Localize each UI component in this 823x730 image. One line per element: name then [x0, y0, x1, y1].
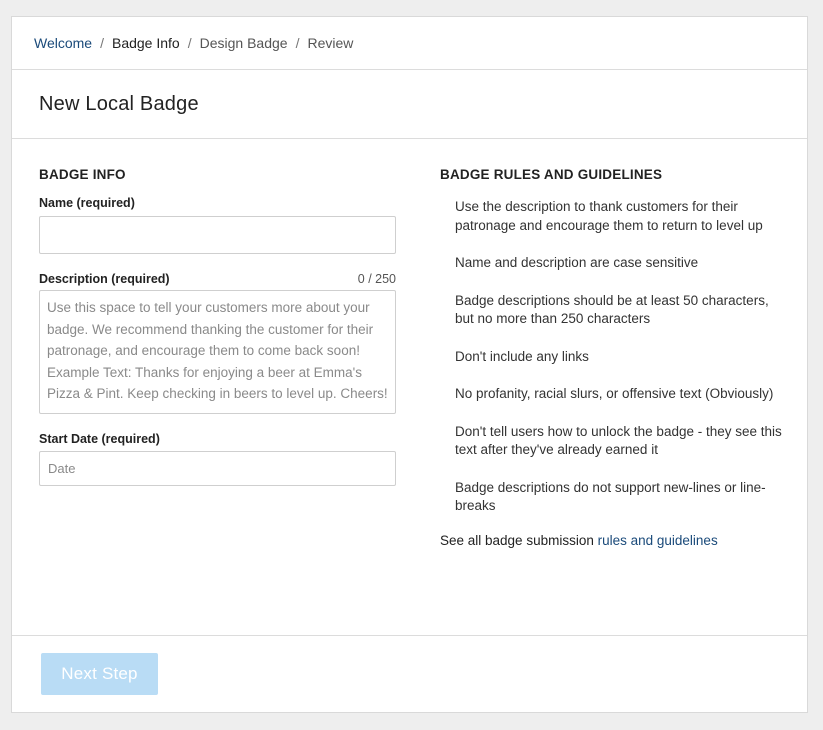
rule-item: Badge descriptions do not support new-li… — [455, 479, 766, 514]
name-label: Name (required) — [39, 196, 135, 210]
breadcrumb-separator: / — [187, 35, 192, 51]
rule-item: No profanity, racial slurs, or offensive… — [455, 386, 774, 401]
page-title: New Local Badge — [39, 92, 199, 115]
rules-footer: See all badge submission rules and guide… — [440, 533, 785, 548]
rules-list: Use the description to thank customers f… — [440, 198, 785, 516]
rules-heading: BADGE RULES AND GUIDELINES — [440, 167, 663, 182]
description-textarea[interactable] — [39, 290, 396, 414]
description-label: Description (required) — [39, 272, 170, 286]
page-header: New Local Badge — [12, 70, 807, 139]
breadcrumb-separator: / — [100, 35, 104, 51]
rules-guidelines-link[interactable]: rules and guidelines — [598, 533, 718, 548]
name-input[interactable] — [39, 216, 396, 254]
badge-form-card: Welcome / Badge Info / Design Badge / Re… — [11, 16, 808, 713]
rule-item: Use the description to thank customers f… — [455, 199, 763, 233]
rule-item: Don't tell users how to unlock the badge… — [455, 423, 782, 458]
start-date-input[interactable] — [39, 451, 396, 486]
badge-info-heading: BADGE INFO — [39, 167, 126, 182]
badge-info-section: BADGE INFO Name (required) Description (… — [39, 167, 396, 486]
breadcrumb-badge-info: Badge Info — [111, 35, 180, 51]
rule-item: Badge descriptions should be at least 50… — [455, 292, 769, 327]
breadcrumb: Welcome / Badge Info / Design Badge / Re… — [12, 17, 807, 70]
start-date-label: Start Date (required) — [39, 432, 160, 446]
form-footer: Next Step — [12, 635, 807, 714]
rules-footer-text: See all badge submission — [440, 532, 598, 548]
description-char-counter: 0 / 250 — [357, 272, 396, 286]
next-step-button[interactable]: Next Step — [41, 653, 158, 695]
form-content: BADGE INFO Name (required) Description (… — [12, 139, 807, 635]
breadcrumb-review: Review — [307, 35, 354, 51]
breadcrumb-design-badge: Design Badge — [199, 35, 288, 51]
rule-item: Don't include any links — [455, 348, 589, 364]
rules-section: BADGE RULES AND GUIDELINES Use the descr… — [440, 167, 785, 548]
rule-item: Name and description are case sensitive — [455, 255, 699, 270]
description-label-row: Description (required) 0 / 250 — [39, 272, 396, 286]
breadcrumb-welcome[interactable]: Welcome — [34, 35, 92, 51]
breadcrumb-separator: / — [295, 35, 300, 51]
